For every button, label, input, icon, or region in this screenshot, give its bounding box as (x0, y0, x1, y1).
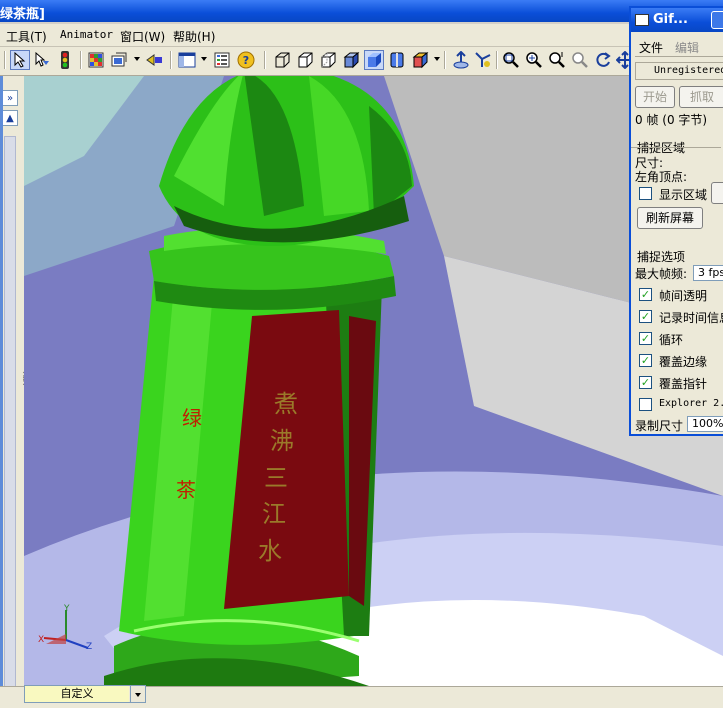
option-label-3: 覆盖边缘 (659, 355, 708, 369)
option-checkbox-1[interactable]: ✓ (639, 310, 652, 323)
chevron-down-icon[interactable] (130, 686, 145, 702)
bottle-char-cha: 茶 (176, 478, 196, 502)
section-view-icon[interactable] (387, 50, 407, 70)
refresh-screen-button[interactable]: 刷新屏幕 (637, 207, 703, 229)
option-checkbox-4[interactable]: ✓ (639, 376, 652, 389)
max-fps-input[interactable]: 3 fps (693, 265, 723, 281)
triad-z-label: Z (86, 642, 93, 652)
grid-icon[interactable] (86, 50, 106, 70)
select-icon[interactable] (10, 50, 30, 70)
gif-menu-edit[interactable]: 编辑 (675, 39, 699, 56)
toolbar: ? (0, 47, 723, 76)
zoom-fit-icon[interactable] (501, 50, 521, 70)
zoom-inout-icon[interactable] (547, 50, 567, 70)
zoom-area-icon[interactable] (524, 50, 544, 70)
gif-app-icon (635, 14, 649, 26)
triad-y-label: Y (64, 604, 70, 614)
traffic-light-icon[interactable] (55, 50, 75, 70)
registration-banner: Unregistered (635, 62, 723, 80)
gif-menu-file[interactable]: 文件 (639, 39, 663, 56)
view-orientation-combo[interactable]: 自定义 (24, 685, 146, 703)
show-region-label: 显示区域 (659, 188, 708, 202)
gif-title-bar: Gif... (631, 8, 723, 32)
help-icon[interactable]: ? (236, 50, 256, 70)
normal-to-icon[interactable] (451, 50, 471, 70)
panel-char-3: 三 (264, 464, 288, 492)
select-filter-icon[interactable] (32, 50, 52, 70)
region-select-button[interactable] (711, 182, 723, 204)
option-label-0: 帧间透明 (659, 289, 708, 303)
panel-char-2: 沸 (270, 427, 294, 455)
triad-x-label: X (38, 635, 45, 645)
max-fps-label: 最大帧频: (635, 267, 688, 281)
gif-capture-window: Gif... 文件 编辑 Unregistered 开始 抓取 0 帧 (0 字… (629, 6, 723, 436)
rotate-icon[interactable] (593, 50, 613, 70)
panel-accent-bar (0, 76, 3, 707)
panel-char-1: 煮 (274, 390, 298, 418)
option-label-1: 记录时间信息 (659, 311, 723, 325)
feature-manager-panel: » ▲ ⋮⋮ (0, 76, 29, 707)
properties-icon[interactable] (212, 50, 232, 70)
coordinate-triad (43, 610, 89, 649)
option-checkbox-3[interactable]: ✓ (639, 354, 652, 367)
main-title-bar: 绿茶瓶] (0, 0, 723, 22)
options-group-label: 捕捉选项 (635, 248, 688, 265)
box-shaded-icon[interactable] (341, 50, 361, 70)
frames-status: 0 帧 (0 字节) (635, 113, 708, 127)
minimize-icon[interactable] (711, 11, 723, 29)
option-checkbox-5[interactable] (639, 398, 652, 411)
record-size-input[interactable]: 100% (687, 416, 723, 432)
menu-animator[interactable]: Animator (60, 28, 113, 41)
model-viewport[interactable]: 绿 茶 煮 沸 三 江 水 Y X Z (24, 76, 723, 686)
box-wire-icon[interactable] (272, 50, 292, 70)
menu-window[interactable]: 窗口(W) (120, 28, 165, 45)
menu-tools[interactable]: 工具(T) (6, 28, 47, 45)
scroll-up-icon[interactable]: ▲ (2, 110, 18, 126)
appearance-icon[interactable] (410, 50, 430, 70)
menu-help[interactable]: 帮助(H) (173, 28, 215, 45)
svg-text:?: ? (243, 54, 249, 67)
bottle-char-lu: 绿 (182, 406, 202, 430)
zoom-selection-icon[interactable] (570, 50, 590, 70)
panel-char-4: 江 (262, 500, 286, 528)
view-orientation-icon[interactable] (110, 50, 130, 70)
top-left-label: 左角顶点: (635, 170, 688, 184)
box-gray-icon[interactable] (318, 50, 338, 70)
option-checkbox-2[interactable]: ✓ (639, 332, 652, 345)
box-hidden-icon[interactable] (295, 50, 315, 70)
option-checkbox-0[interactable]: ✓ (639, 288, 652, 301)
start-button[interactable]: 开始 (635, 86, 675, 108)
show-region-checkbox[interactable] (639, 187, 652, 200)
expand-panel-icon[interactable]: » (2, 90, 18, 106)
layout-icon[interactable] (177, 50, 197, 70)
window-title: 绿茶瓶] (0, 7, 45, 22)
record-size-label: 录制尺寸 (635, 419, 684, 433)
menu-bar: 工具(T) Animator 窗口(W) 帮助(H) (0, 24, 723, 47)
perspective-icon[interactable] (473, 50, 493, 70)
capture-button[interactable]: 抓取 (679, 86, 723, 108)
rebuild-icon[interactable] (145, 50, 165, 70)
option-label-4: 覆盖指针 (659, 377, 708, 391)
option-label-2: 循环 (659, 333, 684, 347)
model-render (24, 76, 723, 686)
option-label-5: Explorer 2. (659, 398, 723, 409)
box-shaded-edges-icon[interactable] (364, 50, 384, 70)
view-combo-value: 自定义 (25, 686, 129, 702)
panel-char-5: 水 (258, 537, 282, 565)
panel-scrollbar[interactable] (4, 136, 16, 696)
gif-window-title: Gif... (653, 12, 688, 27)
